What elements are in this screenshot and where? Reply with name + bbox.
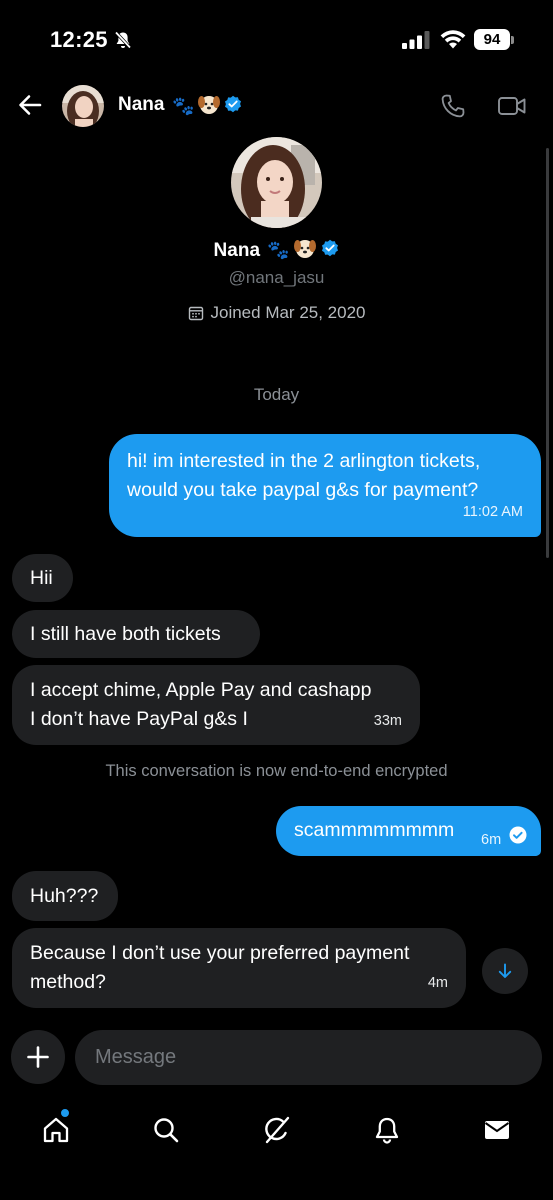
battery-cap: [511, 36, 514, 44]
wifi-icon: [440, 30, 466, 49]
header-emoji-group: 🐾: [172, 92, 242, 121]
message-line: I don’t have PayPal g&s I: [30, 708, 248, 730]
nav-grok[interactable]: [257, 1110, 297, 1150]
scrollbar[interactable]: [546, 148, 549, 558]
joined-date: Joined Mar 25, 2020: [210, 303, 366, 322]
verified-badge-icon: [224, 95, 242, 118]
profile-name: Nana: [213, 239, 261, 261]
message-timestamp: 6m: [481, 832, 502, 848]
header-name[interactable]: Nana: [118, 94, 164, 116]
message-line: method?: [30, 971, 106, 993]
joined-date-row: Joined Mar 25, 2020: [0, 303, 553, 323]
plus-icon: [27, 1046, 49, 1068]
bell-muted-icon: [114, 31, 132, 49]
message-line: hi! im interested in the 2 arlington tic…: [127, 450, 481, 472]
header-avatar[interactable]: [62, 85, 104, 127]
paw-emoji: 🐾: [172, 96, 195, 116]
chat-header: Nana 🐾: [0, 80, 553, 132]
nav-notifications[interactable]: [367, 1110, 407, 1150]
read-check-icon: [509, 826, 527, 844]
verified-badge-icon: [321, 239, 339, 262]
encryption-notice: This conversation is now end-to-end encr…: [105, 762, 448, 780]
phone-icon[interactable]: [440, 93, 466, 119]
message-timestamp: 11:02 AM: [462, 504, 523, 520]
message-timestamp: 4m: [427, 975, 448, 991]
message-bubble-incoming[interactable]: Hii: [12, 554, 73, 602]
arrow-down-icon: [498, 963, 512, 978]
message-bubble-incoming[interactable]: Because I don’t use your preferred payme…: [12, 928, 466, 1008]
profile-name-row: Nana 🐾: [0, 236, 553, 265]
message-line: I accept chime, Apple Pay and cashapp: [30, 679, 372, 701]
dog-emoji: [293, 236, 317, 265]
add-attachment-button[interactable]: [11, 1030, 65, 1084]
status-time: 12:25: [50, 27, 108, 52]
bottom-navigation: [0, 1100, 553, 1200]
nav-home[interactable]: [36, 1108, 76, 1150]
status-bar: 12:25 94: [0, 0, 553, 80]
nav-messages[interactable]: [477, 1110, 517, 1150]
message-line: Huh???: [30, 885, 99, 907]
profile-avatar[interactable]: [231, 137, 322, 228]
profile-handle: @nana_jasu: [228, 268, 325, 287]
message-bubble-incoming[interactable]: Huh???: [12, 871, 118, 921]
message-line: Hii: [30, 567, 53, 589]
paw-emoji: 🐾: [267, 240, 290, 260]
cellular-signal-icon: [402, 31, 430, 49]
message-bubble-incoming[interactable]: I still have both tickets: [12, 610, 260, 658]
date-separator: Today: [253, 385, 300, 404]
message-bubble-incoming[interactable]: I accept chime, Apple Pay and cashapp I …: [12, 665, 420, 745]
nav-search[interactable]: [146, 1110, 186, 1150]
mail-icon: [484, 1121, 510, 1139]
message-bubble-outgoing[interactable]: hi! im interested in the 2 arlington tic…: [109, 434, 541, 537]
back-arrow-icon[interactable]: [17, 92, 43, 118]
message-line: Because I don’t use your preferred payme…: [30, 942, 410, 964]
video-call-icon[interactable]: [497, 94, 527, 118]
message-line: I still have both tickets: [30, 623, 221, 645]
dog-emoji: [197, 92, 221, 121]
scroll-to-bottom-button[interactable]: [482, 948, 528, 994]
message-timestamp: 33m: [373, 713, 402, 729]
notification-dot: [60, 1108, 70, 1118]
message-bubble-outgoing[interactable]: scammmmmmmm 6m: [276, 806, 541, 856]
message-input[interactable]: [75, 1030, 542, 1085]
calendar-icon: [188, 306, 203, 321]
battery-indicator: 94: [474, 29, 510, 50]
bell-icon: [375, 1117, 399, 1144]
home-icon: [43, 1117, 69, 1143]
grok-icon: [265, 1116, 290, 1144]
search-icon: [154, 1118, 179, 1143]
